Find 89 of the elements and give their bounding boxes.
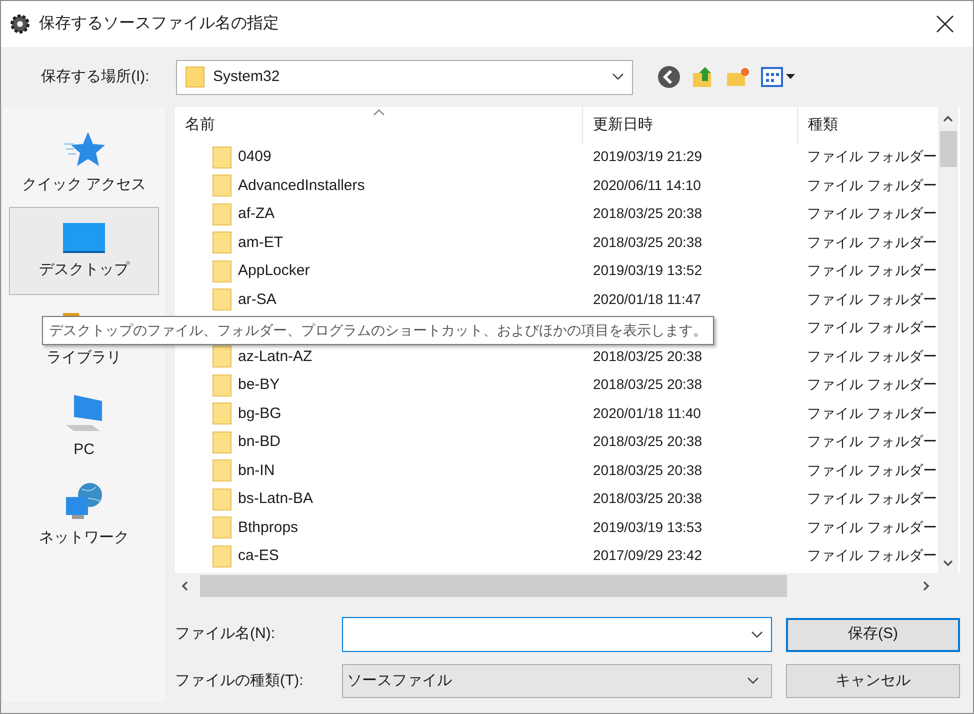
file-name[interactable]: ca-ES xyxy=(238,545,279,568)
column-header[interactable]: 更新日時 xyxy=(582,107,797,143)
folder-icon xyxy=(212,430,232,454)
file-name[interactable]: AdvancedInstallers xyxy=(238,174,365,197)
chevron-down-icon xyxy=(751,630,763,638)
file-type: ファイル フォルダー xyxy=(807,518,937,534)
scroll-up-icon[interactable] xyxy=(943,115,953,123)
modified-date: 2018/03/25 20:38 xyxy=(593,433,702,449)
scroll-thumb[interactable] xyxy=(200,574,787,596)
sidebar-item[interactable]: デスクトップ xyxy=(9,207,159,295)
folder-icon xyxy=(212,459,232,482)
modified-date: 2018/03/25 20:38 xyxy=(593,490,702,506)
modified-date: 2018/03/25 20:38 xyxy=(593,234,702,250)
modified-date: 2019/03/19 13:53 xyxy=(593,518,702,534)
column-header[interactable]: 名前 xyxy=(175,107,582,143)
modified-date: 2019/03/19 21:29 xyxy=(593,148,702,164)
modified-date: 2018/03/25 20:38 xyxy=(593,348,702,364)
desktop-icon xyxy=(62,220,106,255)
view-menu-icon[interactable] xyxy=(761,66,797,88)
sidebar-item[interactable]: ネットワーク xyxy=(9,471,159,559)
cancel-button[interactable]: キャンセル xyxy=(786,664,960,698)
window-title: 保存するソースファイル名の指定 xyxy=(39,14,279,34)
file-name[interactable]: am-ET xyxy=(238,232,283,254)
file-type: ファイル フォルダー xyxy=(807,547,937,563)
file-type: ファイル フォルダー xyxy=(807,290,937,306)
scroll-left-icon[interactable] xyxy=(181,580,189,590)
location-label: 保存する場所(I): xyxy=(41,66,150,87)
new-folder-icon[interactable] xyxy=(725,65,751,89)
folder-icon xyxy=(185,65,205,89)
chevron-down-icon xyxy=(747,677,759,685)
folder-icon xyxy=(212,288,232,312)
scroll-down-icon[interactable] xyxy=(943,559,953,567)
file-type: ファイル フォルダー xyxy=(807,319,937,335)
file-type: ファイル フォルダー xyxy=(807,262,937,278)
file-name[interactable]: ar-SA xyxy=(238,288,276,311)
filename-label: ファイル名(N): xyxy=(175,624,276,644)
modified-date: 2018/03/25 20:38 xyxy=(593,205,702,221)
file-name[interactable]: be-BY xyxy=(238,374,280,396)
file-type: ファイル フォルダー xyxy=(807,148,937,164)
modified-date: 2020/06/11 14:10 xyxy=(593,176,701,192)
modified-date: 2017/09/29 23:42 xyxy=(593,547,702,563)
save-button[interactable]: 保存(S) xyxy=(786,618,960,652)
filename-field[interactable] xyxy=(342,617,772,652)
file-type: ファイル フォルダー xyxy=(807,234,937,250)
file-type: ファイル フォルダー xyxy=(807,376,937,392)
file-type: ファイル フォルダー xyxy=(807,205,937,221)
file-name[interactable]: af-ZA xyxy=(238,203,275,226)
filetype-dropdown[interactable]: ソースファイル xyxy=(342,664,772,698)
folder-icon xyxy=(212,516,232,540)
sidebar-item[interactable]: クイック アクセス xyxy=(9,119,159,207)
file-name[interactable]: bn-IN xyxy=(238,460,275,482)
file-type: ファイル フォルダー xyxy=(807,433,937,449)
folder-icon xyxy=(212,202,232,226)
folder-icon xyxy=(212,345,232,368)
file-type: ファイル フォルダー xyxy=(807,348,937,364)
close-icon xyxy=(936,15,954,33)
file-name[interactable]: bs-Latn-BA xyxy=(238,488,314,510)
modified-date: 2019/03/19 13:52 xyxy=(593,262,702,278)
filetype-label: ファイルの種類(T): xyxy=(175,670,304,691)
file-type: ファイル フォルダー xyxy=(807,404,937,420)
folder-icon xyxy=(212,402,232,426)
scroll-right-icon[interactable] xyxy=(922,580,930,590)
file-name[interactable]: AppLocker xyxy=(238,260,310,282)
folder-icon xyxy=(212,231,232,254)
sidebar-item[interactable]: PC xyxy=(9,383,159,471)
folder-icon xyxy=(212,374,232,397)
file-name[interactable]: 0409 xyxy=(238,146,272,168)
file-name[interactable]: bn-BD xyxy=(238,431,281,454)
file-name[interactable]: bg-BG xyxy=(238,402,282,425)
modified-date: 2020/01/18 11:40 xyxy=(593,404,701,420)
folder-icon xyxy=(212,146,232,169)
folder-icon xyxy=(212,174,232,198)
file-type: ファイル フォルダー xyxy=(807,176,937,192)
folder-icon xyxy=(212,544,232,568)
modified-date: 2018/03/25 20:38 xyxy=(593,462,702,478)
folder-icon xyxy=(212,488,232,511)
back-icon[interactable] xyxy=(657,65,681,89)
scroll-thumb[interactable] xyxy=(940,131,956,167)
location-dropdown[interactable]: System32 xyxy=(176,60,633,94)
gear-icon xyxy=(9,13,31,35)
tooltip: デスクトップのファイル、フォルダー、プログラムのショートカット、およびほかの項目を表示します。 xyxy=(42,316,714,345)
modified-date: 2018/03/25 20:38 xyxy=(593,376,702,392)
file-name[interactable]: az-Latn-AZ xyxy=(238,346,312,368)
file-type: ファイル フォルダー xyxy=(807,462,937,478)
modified-date: 2020/01/18 11:47 xyxy=(593,290,701,306)
file-type: ファイル フォルダー xyxy=(807,490,937,506)
folder-icon xyxy=(212,260,232,283)
chevron-down-icon xyxy=(612,73,624,81)
file-name[interactable]: Bthprops xyxy=(238,516,298,539)
